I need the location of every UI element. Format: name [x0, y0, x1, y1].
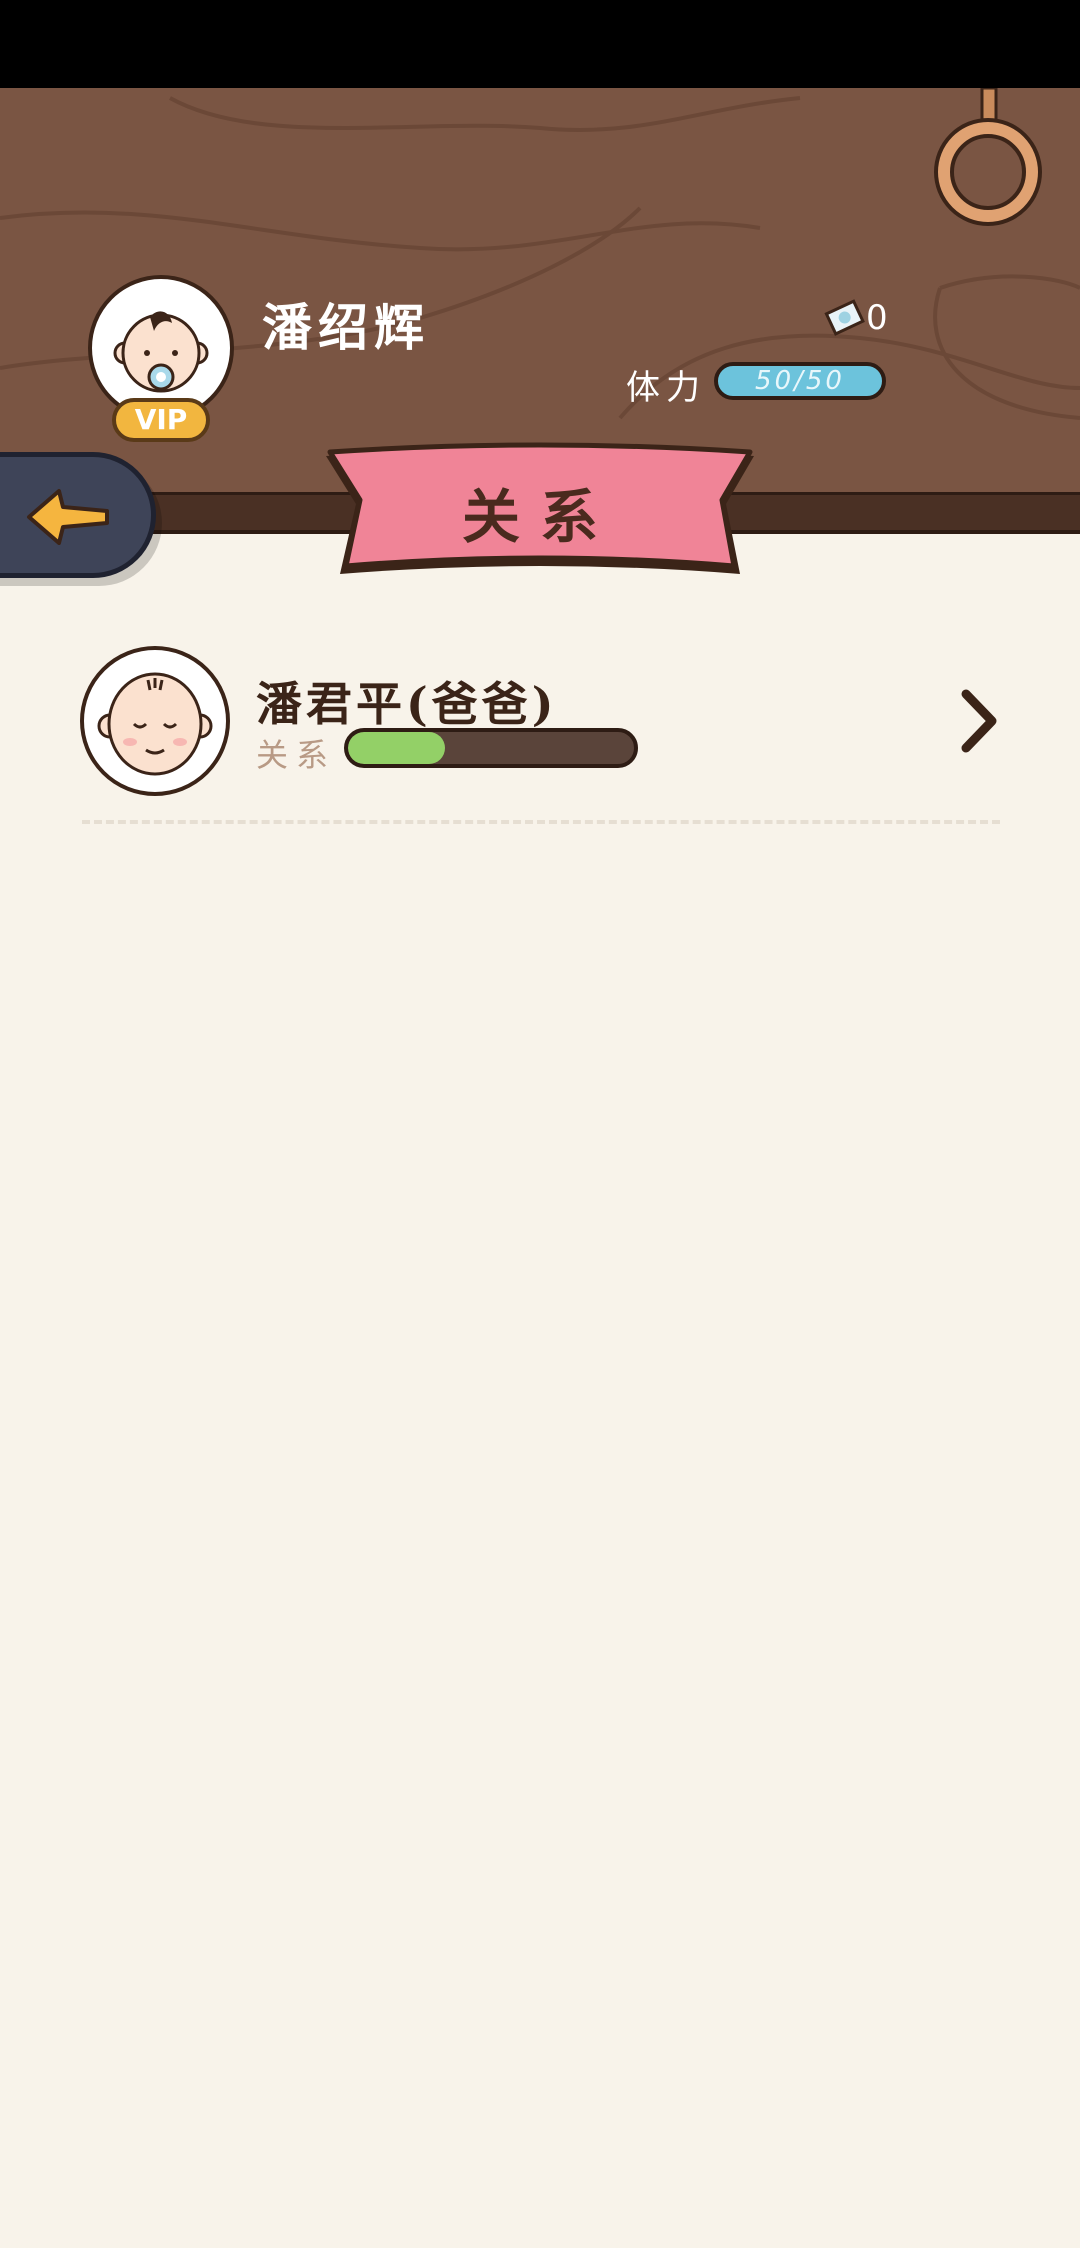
- coin-count: 0: [866, 298, 888, 338]
- relation-progress-bar: [344, 728, 638, 768]
- relation-progress-fill: [348, 732, 446, 764]
- hanging-ring-icon[interactable]: [930, 88, 1050, 238]
- back-button[interactable]: [0, 452, 156, 578]
- status-bar: [0, 0, 1080, 88]
- dad-face-icon: [97, 672, 213, 776]
- stamina-value: 50/50: [755, 366, 845, 396]
- vip-badge: VIP: [112, 398, 210, 442]
- relation-label: 关系: [256, 736, 337, 774]
- page-title: 关系: [461, 483, 618, 551]
- relation-list-item[interactable]: 潘君平(爸爸) 关系: [80, 646, 1000, 796]
- money-bill-icon: [824, 299, 865, 336]
- stamina-label: 体力: [626, 368, 706, 408]
- chevron-right-icon[interactable]: [954, 686, 1004, 756]
- player-name: 潘绍辉: [262, 298, 430, 357]
- relation-name: 潘君平(爸爸): [256, 677, 558, 731]
- baby-face-icon: [113, 311, 209, 393]
- list-divider: [82, 820, 1000, 824]
- stamina-bar: 50/50: [714, 362, 886, 400]
- arrow-left-icon: [27, 489, 109, 545]
- relation-avatar: [80, 646, 230, 796]
